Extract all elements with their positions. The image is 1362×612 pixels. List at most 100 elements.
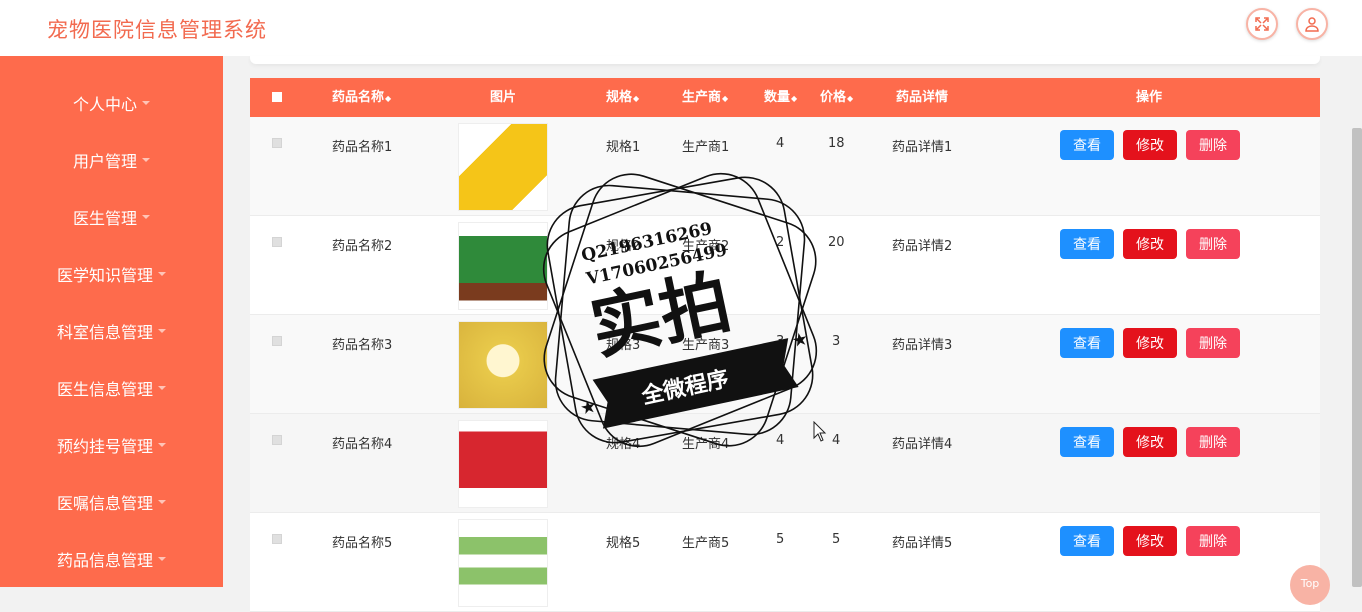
sort-icon: ◆ [385, 94, 392, 103]
sidebar-item-medicines[interactable]: 药品信息管理 [0, 530, 223, 587]
medicine-spec: 规格1 [606, 140, 641, 155]
table-row: 药品名称1 规格1 生产商1 4 18 药品详情1 查看 修改 删除 [250, 117, 1320, 216]
medicine-detail: 药品详情1 [892, 140, 953, 155]
medicine-detail: 药品详情3 [892, 338, 953, 353]
delete-button[interactable]: 删除 [1186, 526, 1240, 556]
scrollbar-thumb[interactable] [1352, 128, 1362, 587]
header-label: 操作 [1136, 90, 1163, 105]
delete-button[interactable]: 删除 [1186, 130, 1240, 160]
medicine-qty: 2 [776, 235, 785, 250]
medicine-maker: 生产商3 [682, 338, 730, 353]
sidebar-item-label: 医学知识管理 [56, 265, 153, 285]
header-label: 生产商 [682, 90, 722, 105]
row-checkbox[interactable] [272, 237, 282, 247]
medicine-price: 5 [832, 532, 841, 547]
sidebar-item-label: 药品信息管理 [56, 550, 153, 570]
sidebar-item-label: 医生管理 [72, 208, 137, 228]
edit-button[interactable]: 修改 [1123, 130, 1177, 160]
header-label: 数量 [764, 90, 791, 105]
column-header-qty[interactable]: 数量◆ [764, 78, 797, 117]
sidebar-item-users[interactable]: 用户管理 [0, 131, 223, 188]
sidebar-item-label: 医嘱信息管理 [56, 493, 153, 513]
search-panel [250, 56, 1320, 64]
delete-button[interactable]: 删除 [1186, 229, 1240, 259]
edit-button[interactable]: 修改 [1123, 229, 1177, 259]
sidebar-item-personal-center[interactable]: 个人中心 [0, 74, 223, 131]
sidebar-item-doctors[interactable]: 医生管理 [0, 188, 223, 245]
chevron-down-icon [158, 385, 166, 390]
medicine-maker: 生产商5 [682, 536, 730, 551]
sidebar-item-medical-knowledge[interactable]: 医学知识管理 [0, 245, 223, 302]
medicine-price: 4 [832, 433, 841, 448]
back-to-top-button[interactable]: Top [1290, 565, 1330, 605]
sidebar-item-orders[interactable]: 医嘱信息管理 [0, 473, 223, 530]
sidebar-item-appointments[interactable]: 预约挂号管理 [0, 416, 223, 473]
table-row: 药品名称3 规格3 生产商3 3 3 药品详情3 查看 修改 删除 [250, 315, 1320, 414]
medicine-spec: 规格3 [606, 338, 641, 353]
column-header-actions: 操作 [1136, 78, 1162, 117]
medicine-image [458, 519, 548, 607]
delete-button[interactable]: 删除 [1186, 328, 1240, 358]
table-row: 药品名称2 规格2 生产商2 2 20 药品详情2 查看 修改 删除 [250, 216, 1320, 315]
chevron-down-icon [158, 499, 166, 504]
column-header-name[interactable]: 药品名称◆ [332, 78, 391, 117]
edit-button[interactable]: 修改 [1123, 427, 1177, 457]
medicine-name: 药品名称4 [332, 437, 393, 452]
row-checkbox[interactable] [272, 138, 282, 148]
view-button[interactable]: 查看 [1060, 526, 1114, 556]
sidebar: 个人中心 用户管理 医生管理 医学知识管理 科室信息管理 医生信息管理 预约挂号… [0, 56, 223, 587]
column-header-spec[interactable]: 规格◆ [606, 78, 639, 117]
app-title: 宠物医院信息管理系统 [47, 18, 267, 42]
header-label: 规格 [606, 90, 633, 105]
medicine-detail: 药品详情4 [892, 437, 953, 452]
view-button[interactable]: 查看 [1060, 229, 1114, 259]
sort-icon: ◆ [791, 94, 798, 103]
medicine-qty: 4 [776, 433, 785, 448]
column-header-price[interactable]: 价格◆ [820, 78, 853, 117]
select-all-checkbox[interactable] [272, 92, 282, 102]
delete-button[interactable]: 删除 [1186, 427, 1240, 457]
medicine-spec: 规格4 [606, 437, 641, 452]
medicine-price: 18 [828, 136, 845, 151]
medicine-name: 药品名称1 [332, 140, 393, 155]
view-button[interactable]: 查看 [1060, 328, 1114, 358]
medicine-detail: 药品详情5 [892, 536, 953, 551]
medicine-price: 3 [832, 334, 841, 349]
sidebar-item-doctor-info[interactable]: 医生信息管理 [0, 359, 223, 416]
mouse-cursor-icon [813, 421, 827, 442]
edit-button[interactable]: 修改 [1123, 328, 1177, 358]
medicine-name: 药品名称2 [332, 239, 393, 254]
sidebar-item-departments[interactable]: 科室信息管理 [0, 302, 223, 359]
chevron-down-icon [158, 328, 166, 333]
medicine-spec: 规格5 [606, 536, 641, 551]
row-checkbox[interactable] [272, 336, 282, 346]
chevron-down-icon [142, 100, 150, 105]
medicine-qty: 5 [776, 532, 785, 547]
header-label: 药品名称 [332, 90, 385, 105]
sidebar-item-label: 预约挂号管理 [56, 436, 153, 456]
table-row: 药品名称5 规格5 生产商5 5 5 药品详情5 查看 修改 删除 [250, 513, 1320, 612]
header-label: 价格 [820, 90, 847, 105]
header-label: 图片 [490, 90, 517, 105]
medicine-qty: 4 [776, 136, 785, 151]
column-header-maker[interactable]: 生产商◆ [682, 78, 728, 117]
sidebar-item-label: 个人中心 [72, 94, 137, 114]
fullscreen-button[interactable] [1246, 8, 1278, 40]
sort-icon: ◆ [722, 94, 729, 103]
page-scrollbar[interactable] [1350, 56, 1362, 587]
header-label: 药品详情 [896, 90, 949, 105]
medicine-table: 药品名称◆ 图片 规格◆ 生产商◆ 数量◆ 价格◆ 药品详情 操作 药品名称1 … [250, 78, 1320, 612]
fullscreen-icon [1255, 17, 1269, 31]
user-button[interactable] [1296, 8, 1328, 40]
sidebar-item-label: 医生信息管理 [56, 379, 153, 399]
row-checkbox[interactable] [272, 534, 282, 544]
sidebar-item-label: 用户管理 [72, 151, 137, 171]
chevron-down-icon [142, 157, 150, 162]
row-checkbox[interactable] [272, 435, 282, 445]
edit-button[interactable]: 修改 [1123, 526, 1177, 556]
view-button[interactable]: 查看 [1060, 427, 1114, 457]
sort-icon: ◆ [633, 94, 640, 103]
column-header-detail: 药品详情 [896, 78, 948, 117]
sidebar-item-label: 科室信息管理 [56, 322, 153, 342]
view-button[interactable]: 查看 [1060, 130, 1114, 160]
